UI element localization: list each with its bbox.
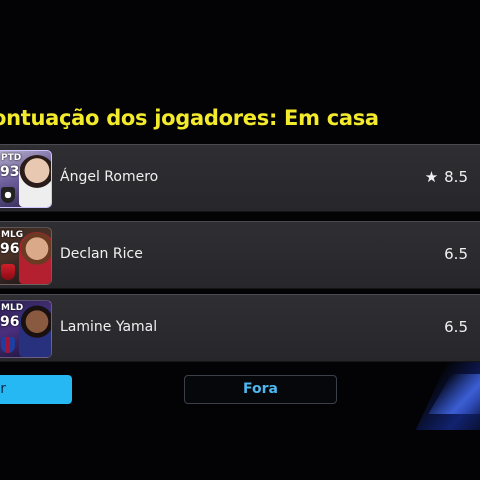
player-score: 6.5 — [444, 318, 468, 336]
star-icon: ★ — [424, 168, 439, 186]
tab-home[interactable]: r — [0, 375, 72, 404]
club-badge-icon — [1, 187, 15, 203]
player-row[interactable]: MLG 96 Declan Rice 6.5 — [0, 221, 480, 289]
player-card: PTD 93 — [0, 150, 52, 208]
player-name: Ángel Romero — [60, 169, 159, 185]
page-title: ontuação dos jogadores: Em casa — [0, 106, 379, 130]
player-rating: 93 — [0, 164, 20, 180]
player-rating: 96 — [0, 241, 20, 257]
player-card: MLD 96 — [0, 300, 52, 358]
player-name: Declan Rice — [60, 246, 143, 262]
club-badge-icon — [1, 337, 15, 353]
club-badge-icon — [1, 264, 15, 280]
player-name: Lamine Yamal — [60, 319, 158, 335]
player-rating: 96 — [0, 314, 20, 330]
player-portrait — [19, 232, 51, 284]
player-position: PTD — [1, 153, 22, 163]
player-portrait — [19, 155, 51, 207]
player-row[interactable]: MLD 96 Lamine Yamal 6.5 — [0, 294, 480, 362]
player-row[interactable]: PTD 93 Ángel Romero ★ 8.5 — [0, 144, 480, 212]
player-card: MLG 96 — [0, 227, 52, 285]
player-score: ★ 8.5 — [424, 168, 468, 186]
player-score: 6.5 — [444, 245, 468, 263]
tab-away[interactable]: Fora — [184, 375, 337, 404]
player-position: MLD — [1, 303, 24, 313]
player-position: MLG — [1, 230, 24, 240]
match-ratings-screen: ontuação dos jogadores: Em casa PTD 93 Á… — [0, 0, 480, 480]
player-portrait — [19, 305, 51, 357]
